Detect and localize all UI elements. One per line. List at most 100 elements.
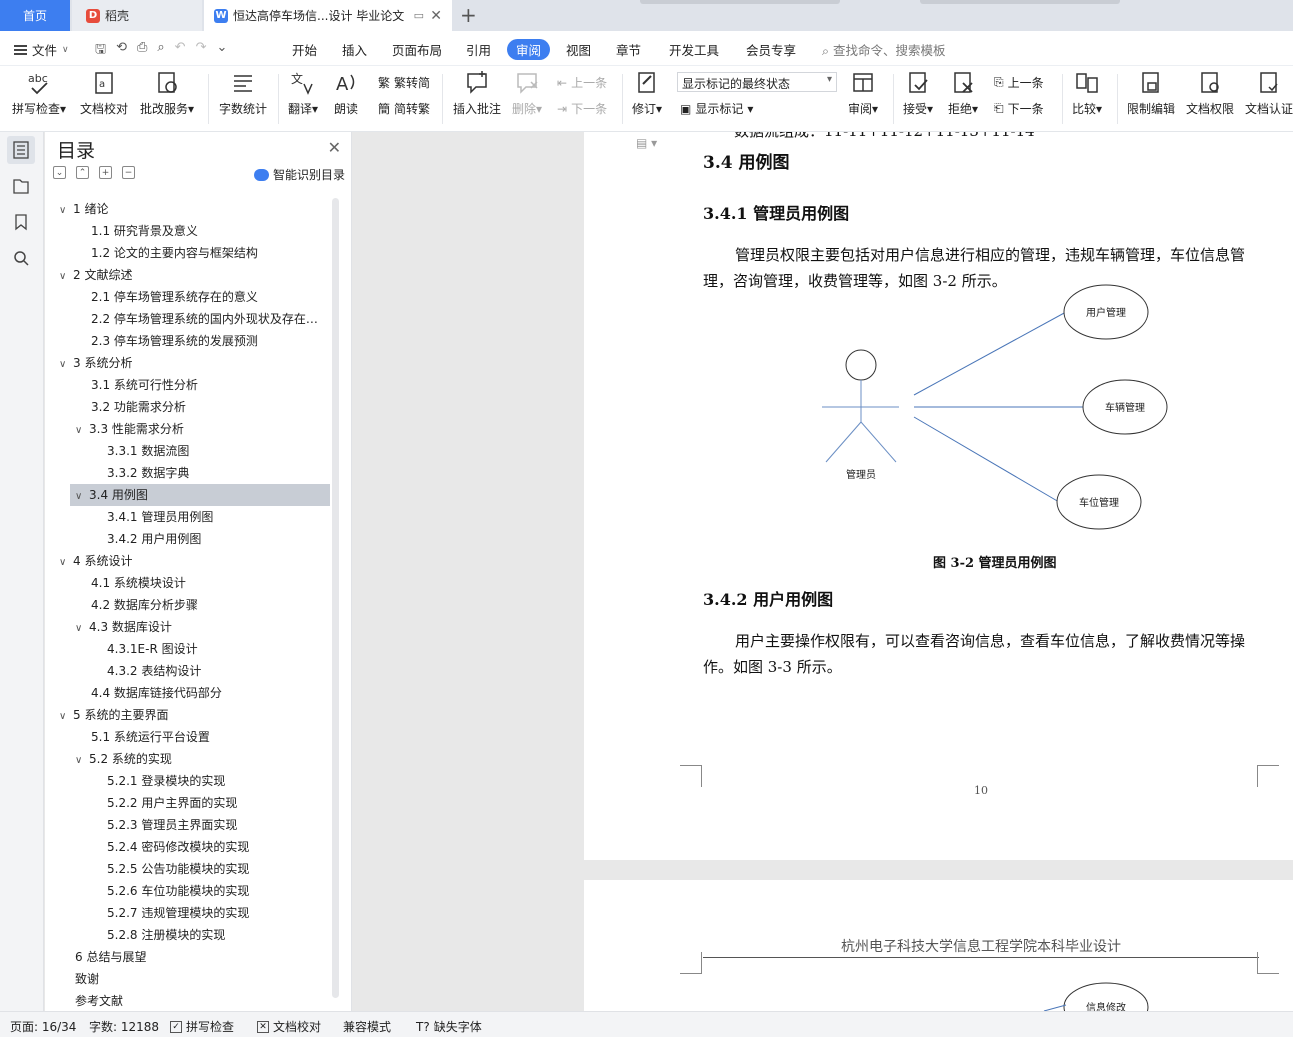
toc-item[interactable]: 4.3.2 表结构设计 <box>45 660 320 682</box>
show-markup-button[interactable]: ▣ 显示标记 ▾ <box>680 100 753 117</box>
toc-item[interactable]: 2.1 停车场管理系统存在的意义 <box>45 286 320 308</box>
prev-comment-button[interactable]: ⇤ 上一条 <box>557 74 607 91</box>
toc-item[interactable]: 5.2.8 注册模块的实现 <box>45 924 320 946</box>
close-tab-icon[interactable]: ✕ <box>430 8 442 24</box>
doc-auth-button[interactable]: 文档认证 <box>1245 70 1293 117</box>
toc-item[interactable]: ∨ 1 绪论 <box>45 198 320 220</box>
toc-item[interactable]: ∨ 4.3 数据库设计 <box>45 616 320 638</box>
insert-comment-button[interactable]: 插入批注 <box>453 70 501 117</box>
menu-view[interactable]: 视图 <box>566 40 591 59</box>
menu-insert[interactable]: 插入 <box>342 40 367 59</box>
toc-pane-toggle[interactable] <box>7 136 35 164</box>
toc-item[interactable]: ∨ 3.3 性能需求分析 <box>45 418 320 440</box>
menu-review[interactable]: 审阅 <box>507 39 551 60</box>
compat-mode[interactable]: 兼容模式 <box>343 1018 391 1035</box>
toc-item[interactable]: ∨ 5 系统的主要界面 <box>45 704 320 726</box>
delete-comment-button[interactable]: 删除▾ <box>512 70 542 117</box>
trad-to-simp-button[interactable]: 繁繁转简 <box>378 74 430 91</box>
toc-item[interactable]: 5.2.4 密码修改模块的实现 <box>45 836 320 858</box>
chevron-down-icon[interactable]: ∨ <box>75 618 89 638</box>
toc-item[interactable]: 5.2.5 公告功能模块的实现 <box>45 858 320 880</box>
toc-item[interactable]: 3.1 系统可行性分析 <box>45 374 320 396</box>
toc-item[interactable]: 3.4.1 管理员用例图 <box>45 506 320 528</box>
toc-item[interactable]: 5.2.2 用户主界面的实现 <box>45 792 320 814</box>
simp-to-trad-button[interactable]: 簡简转繁 <box>378 100 430 117</box>
chevron-down-icon[interactable]: ∨ <box>59 200 73 220</box>
word-count[interactable]: 字数: 12188 <box>89 1018 159 1035</box>
save-icon[interactable]: 🖫 <box>95 40 106 62</box>
toc-item[interactable]: 3.4.2 用户用例图 <box>45 528 320 550</box>
prev-change-button[interactable]: ⎘ 上一条 <box>994 74 1044 91</box>
menu-dev-tools[interactable]: 开发工具 <box>669 40 719 59</box>
menu-member[interactable]: 会员专享 <box>746 40 796 59</box>
restrict-edit-button[interactable]: 限制编辑 <box>1127 70 1175 117</box>
menu-chapter[interactable]: 章节 <box>616 40 641 59</box>
menu-page-layout[interactable]: 页面布局 <box>392 40 442 59</box>
toc-item[interactable]: 3.2 功能需求分析 <box>45 396 320 418</box>
menu-reference[interactable]: 引用 <box>466 40 491 59</box>
toc-item[interactable]: 5.2.7 违规管理模块的实现 <box>45 902 320 924</box>
chevron-down-icon[interactable]: ∨ <box>75 486 89 506</box>
toc-item[interactable]: 4.3.1E-R 图设计 <box>45 638 320 660</box>
toc-item[interactable]: 5.2.1 登录模块的实现 <box>45 770 320 792</box>
tab-daoke[interactable]: D 稻壳 <box>72 0 202 31</box>
format-painter-icon[interactable]: ⟲ <box>116 40 127 62</box>
toc-item[interactable]: 3.3.1 数据流图 <box>45 440 320 462</box>
collapse-all-icon[interactable]: ⌃ <box>76 166 89 179</box>
translate-button[interactable]: 文 翻译▾ <box>288 70 318 117</box>
status-spellcheck[interactable]: ✓ 拼写检查 <box>170 1018 234 1035</box>
status-proofread[interactable]: ✕ 文档校对 <box>257 1018 321 1035</box>
toc-item[interactable]: ∨ 4 系统设计 <box>45 550 320 572</box>
print-icon[interactable]: ⎙ <box>137 40 147 62</box>
track-changes-button[interactable]: 修订▾ <box>632 70 662 117</box>
toc-item[interactable]: 1.1 研究背景及意义 <box>45 220 320 242</box>
chevron-down-icon[interactable]: ∨ <box>59 354 73 374</box>
chevron-down-icon[interactable]: ∨ <box>59 552 73 572</box>
paragraph-marker-icon[interactable]: ▤ ▾ <box>636 136 657 150</box>
toc-item[interactable]: 2.2 停车场管理系统的国内外现状及存在的问题 <box>45 308 320 330</box>
chapter-pane-toggle[interactable] <box>7 172 35 200</box>
toc-item[interactable]: ∨ 3.4 用例图 <box>70 484 330 506</box>
expand-all-icon[interactable]: ⌄ <box>53 166 66 179</box>
redo-icon[interactable]: ↷ <box>196 40 207 62</box>
accept-button[interactable]: 接受▾ <box>903 70 933 117</box>
chevron-down-icon[interactable]: ∨ <box>59 266 73 286</box>
toc-item[interactable]: 4.1 系统模块设计 <box>45 572 320 594</box>
toc-item[interactable]: 2.3 停车场管理系统的发展预测 <box>45 330 320 352</box>
review-pane-button[interactable]: 审阅▾ <box>848 70 878 117</box>
find-pane-toggle[interactable] <box>7 244 35 272</box>
toc-item[interactable]: 参考文献 <box>45 990 320 1011</box>
chevron-down-icon[interactable]: ∨ <box>75 420 89 440</box>
toc-item[interactable]: ∨ 2 文献综述 <box>45 264 320 286</box>
menu-file[interactable]: 文件 ∨ <box>14 40 69 59</box>
doccheck-button[interactable]: a 文档校对 <box>80 70 128 117</box>
toc-item[interactable]: 4.4 数据库链接代码部分 <box>45 682 320 704</box>
print-preview-icon[interactable]: ⌕ <box>157 40 164 62</box>
toc-item[interactable]: 6 总结与展望 <box>45 946 320 968</box>
toc-item[interactable]: 5.1 系统运行平台设置 <box>45 726 320 748</box>
chevron-down-icon[interactable]: ∨ <box>75 750 89 770</box>
doc-permission-button[interactable]: 文档权限 <box>1186 70 1234 117</box>
read-aloud-button[interactable]: A 朗读 <box>333 70 359 117</box>
command-search[interactable]: ⌕ 查找命令、搜索模板 <box>822 40 946 59</box>
chevron-down-icon[interactable]: ∨ <box>59 706 73 726</box>
new-tab-button[interactable]: + <box>460 3 477 27</box>
toc-item[interactable]: 1.2 论文的主要内容与框架结构 <box>45 242 320 264</box>
tab-home[interactable]: 首页 <box>0 0 70 31</box>
remove-heading-icon[interactable]: − <box>122 166 135 179</box>
tab-document[interactable]: W 恒达高停车场信...设计 毕业论文 ▭ ✕ <box>204 0 452 31</box>
toc-item[interactable]: 4.2 数据库分析步骤 <box>45 594 320 616</box>
monitor-icon[interactable]: ▭ <box>414 9 424 22</box>
next-change-button[interactable]: ⎗ 下一条 <box>994 100 1044 117</box>
next-comment-button[interactable]: ⇥ 下一条 <box>557 100 607 117</box>
close-icon[interactable]: ✕ <box>328 138 341 157</box>
toc-item[interactable]: ∨ 3 系统分析 <box>45 352 320 374</box>
revise-service-button[interactable]: 批改服务▾ <box>140 70 194 117</box>
wordcount-button[interactable]: 字数统计 <box>219 70 267 117</box>
toc-item[interactable]: ∨ 5.2 系统的实现 <box>45 748 320 770</box>
toc-item[interactable]: 5.2.6 车位功能模块的实现 <box>45 880 320 902</box>
menu-start[interactable]: 开始 <box>292 40 317 59</box>
compare-button[interactable]: 比较▾ <box>1072 70 1102 117</box>
add-heading-icon[interactable]: + <box>99 166 112 179</box>
reject-button[interactable]: 拒绝▾ <box>948 70 978 117</box>
